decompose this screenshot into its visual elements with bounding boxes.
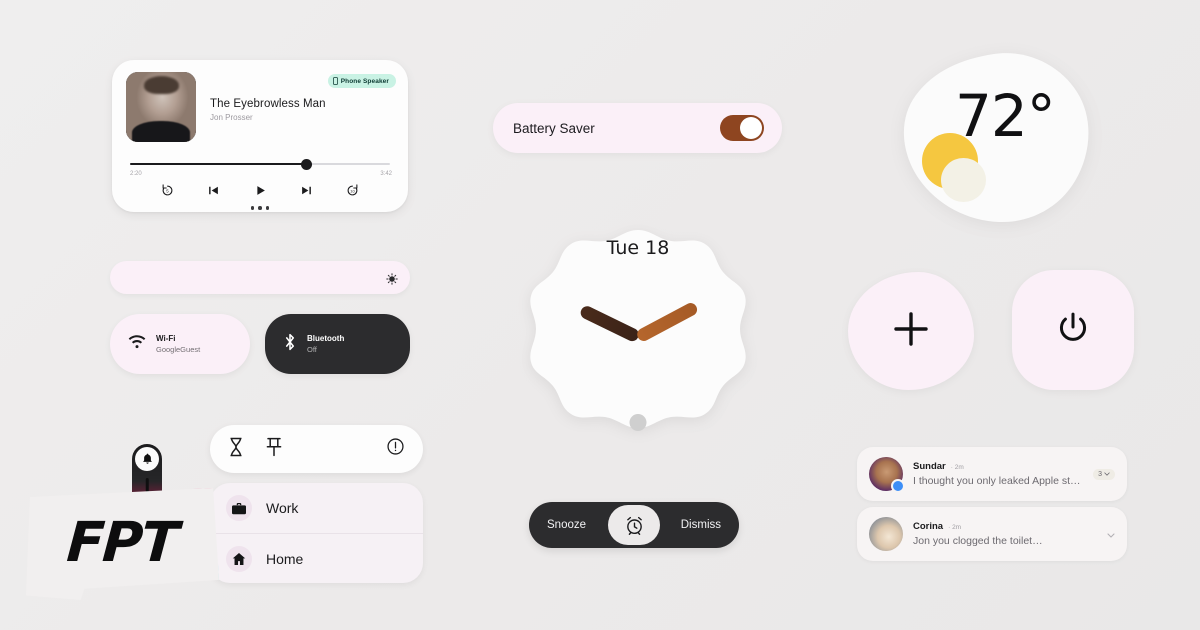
watermark-text: FPT	[64, 510, 179, 574]
brightness-slider[interactable]	[110, 261, 410, 294]
album-art	[126, 72, 196, 142]
power-button[interactable]	[1012, 270, 1134, 390]
wifi-tile-texts: Wi-Fi GoogleGuest	[156, 334, 200, 354]
battery-saver-label: Battery Saver	[513, 120, 595, 136]
playback-times: 2:20 3:42	[126, 169, 394, 177]
wifi-tile-subtitle: GoogleGuest	[156, 344, 201, 354]
bluetooth-tile-subtitle: Off	[307, 344, 317, 354]
wifi-icon	[128, 334, 146, 354]
alarm-action-bar[interactable]: Snooze Dismiss	[529, 502, 739, 548]
dismiss-button[interactable]: Dismiss	[681, 519, 721, 531]
weather-widget[interactable]: 72°	[893, 52, 1089, 224]
watermark-card: FPT	[25, 488, 219, 600]
output-device-label: Phone Speaker	[340, 77, 389, 85]
clock-bottom-dot	[629, 414, 647, 431]
skip-previous-icon[interactable]	[206, 183, 221, 198]
app-badge-icon	[891, 479, 905, 493]
bluetooth-icon	[283, 333, 297, 356]
bluetooth-tile-texts: Bluetooth Off	[307, 334, 344, 354]
svg-text:5: 5	[166, 188, 169, 193]
notification-message: Jon you clogged the toilet…	[913, 535, 1043, 547]
progress-thumb[interactable]	[300, 158, 312, 170]
list-item-work-label: Work	[266, 500, 299, 516]
notification-sender: Corina	[913, 521, 944, 532]
forward-10-icon[interactable]: 10	[345, 183, 360, 198]
notification-message: I thought you only leaked Apple stuff…	[913, 475, 1084, 487]
shortcut-chip-row[interactable]	[210, 425, 423, 473]
phone-icon	[332, 77, 338, 85]
notification-stack: Sundar · 2m I thought you only leaked Ap…	[857, 447, 1127, 561]
page-indicator-dots[interactable]	[126, 206, 394, 210]
notification-time: · 2m	[948, 524, 962, 531]
cloud-icon	[941, 158, 986, 202]
total-time: 3:42	[380, 171, 392, 177]
output-device-chip[interactable]: Phone Speaker	[327, 74, 396, 88]
list-item-home-label: Home	[266, 550, 304, 567]
quick-tile-bluetooth[interactable]: Bluetooth Off	[265, 314, 410, 374]
notification-count-badge[interactable]: 3	[1093, 468, 1115, 480]
track-artist: Jon Prosser	[210, 113, 253, 122]
bluetooth-tile-title: Bluetooth	[307, 333, 345, 343]
pin-icon[interactable]	[266, 437, 282, 462]
list-item-work[interactable]: Work	[210, 483, 423, 533]
watermark-logo: FPT	[24, 444, 239, 624]
track-title: The Eyebrowless Man	[210, 98, 326, 110]
add-button[interactable]	[848, 272, 974, 390]
clock-widget[interactable]: Tue 18	[524, 228, 752, 443]
plus-icon	[890, 308, 932, 355]
notification-item[interactable]: Sundar · 2m I thought you only leaked Ap…	[857, 447, 1127, 501]
page-dot	[250, 206, 255, 210]
brightness-icon	[386, 272, 398, 285]
battery-saver-toggle[interactable]	[720, 115, 764, 141]
chevron-down-icon	[1104, 471, 1110, 478]
skip-next-icon[interactable]	[299, 183, 314, 198]
notification-count-value: 3	[1098, 470, 1102, 478]
page-dot	[265, 206, 270, 210]
quick-tile-wifi[interactable]: Wi-Fi GoogleGuest	[110, 314, 250, 374]
avatar	[869, 457, 905, 493]
alarm-clock-icon[interactable]	[608, 505, 660, 545]
notification-time: · 2m	[950, 464, 964, 471]
bell-icon	[135, 447, 159, 471]
svg-text:10: 10	[350, 188, 355, 193]
playback-progress-slider[interactable]	[126, 158, 394, 170]
wifi-tile-title: Wi-Fi	[156, 333, 176, 343]
wallpaper-canvas: The Eyebrowless Man Jon Prosser Phone Sp…	[0, 0, 1200, 630]
elapsed-time: 2:20	[130, 171, 142, 177]
temperature-value: 72°	[955, 82, 1056, 150]
progress-fill	[130, 163, 307, 165]
notification-header: Corina · 2m	[913, 521, 1097, 532]
media-player-card[interactable]: The Eyebrowless Man Jon Prosser Phone Sp…	[112, 60, 408, 212]
list-item-home[interactable]: Home	[210, 533, 423, 583]
battery-saver-row[interactable]: Battery Saver	[493, 103, 782, 153]
clock-date-label: Tue 18	[606, 237, 670, 259]
notification-body: Sundar · 2m I thought you only leaked Ap…	[913, 461, 1083, 487]
page-dot	[258, 206, 262, 210]
snooze-button[interactable]: Snooze	[547, 519, 586, 531]
transport-controls: 5 10	[126, 177, 394, 198]
bell-stem	[145, 478, 149, 492]
media-player-header: The Eyebrowless Man Jon Prosser Phone Sp…	[126, 72, 396, 142]
notification-sender: Sundar	[913, 461, 946, 472]
power-icon	[1054, 309, 1092, 352]
toggle-knob	[740, 117, 762, 139]
notification-body: Corina · 2m Jon you clogged the toilet…	[913, 521, 1097, 547]
notification-item[interactable]: Corina · 2m Jon you clogged the toilet…	[857, 507, 1127, 561]
play-icon[interactable]	[253, 183, 268, 198]
notification-header: Sundar · 2m	[913, 461, 1083, 472]
shortcut-list-card[interactable]: Work Home	[210, 483, 423, 583]
replay-5-icon[interactable]: 5	[160, 183, 175, 198]
chevron-down-icon[interactable]	[1107, 525, 1115, 543]
avatar	[869, 517, 903, 551]
alert-circle-icon[interactable]	[386, 437, 405, 461]
